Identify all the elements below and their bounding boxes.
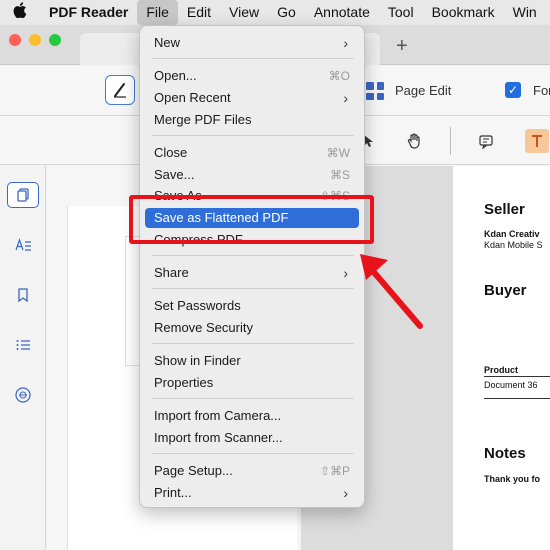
menu-item-share[interactable]: Share › <box>145 263 359 283</box>
menu-item-close-label: Close <box>154 145 188 160</box>
shortcut-label: ⇧⌘P <box>319 464 350 478</box>
menu-file[interactable]: File <box>137 0 178 25</box>
menu-item-show-in-finder-label: Show in Finder <box>154 353 241 368</box>
list-icon[interactable] <box>7 332 39 358</box>
menu-item-print[interactable]: Print... › <box>145 483 359 503</box>
menu-item-open-recent-label: Open Recent <box>154 90 231 105</box>
menu-item-open[interactable]: Open... ⌘O <box>145 66 359 86</box>
bookmark-icon[interactable] <box>7 282 39 308</box>
menu-view[interactable]: View <box>220 0 268 25</box>
menu-item-properties[interactable]: Properties <box>145 373 359 393</box>
product-header: Product <box>484 365 519 375</box>
notes-heading: Notes <box>484 445 526 462</box>
menu-item-merge[interactable]: Merge PDF Files <box>145 110 359 130</box>
text-tool-icon[interactable] <box>525 129 549 153</box>
menu-item-print-label: Print... <box>154 485 192 500</box>
chevron-right-icon: › <box>343 265 348 281</box>
product-row: Document 36 <box>484 380 538 390</box>
seller-heading: Seller <box>484 201 525 218</box>
chevron-right-icon: › <box>343 35 348 51</box>
menu-item-share-label: Share <box>154 265 189 280</box>
toolbar-divider <box>450 127 451 155</box>
shortcut-label: ⌘S <box>329 168 350 182</box>
menu-annotate[interactable]: Annotate <box>305 0 379 25</box>
page-edit-icon[interactable] <box>366 82 384 100</box>
menu-separator <box>152 255 354 256</box>
menu-item-close[interactable]: Close ⌘W <box>145 143 359 163</box>
menu-bookmark[interactable]: Bookmark <box>423 0 504 25</box>
menu-separator <box>152 58 354 59</box>
file-menu-dropdown: New › Open... ⌘O Open Recent › Merge PDF Fi… <box>139 25 365 508</box>
menu-item-page-setup[interactable]: Page Setup... ⇧⌘P <box>145 461 359 481</box>
highlight-callout-box <box>129 195 374 244</box>
menu-window[interactable]: Win <box>504 0 546 25</box>
menu-item-remove-security[interactable]: Remove Security <box>145 318 359 338</box>
close-window-button[interactable] <box>9 34 21 46</box>
menu-item-open-label: Open... <box>154 68 197 83</box>
menu-item-properties-label: Properties <box>154 375 214 390</box>
notes-text: Thank you fo <box>484 474 540 484</box>
menu-item-save-label: Save... <box>154 167 195 182</box>
pen-icon <box>114 83 126 98</box>
chevron-right-icon: › <box>343 485 348 501</box>
menu-item-open-recent[interactable]: Open Recent › <box>145 88 359 108</box>
chevron-right-icon: › <box>343 90 348 106</box>
shortcut-label: ⌘O <box>328 69 350 83</box>
thumbnails-icon[interactable] <box>7 182 39 208</box>
minimize-window-button[interactable] <box>29 34 41 46</box>
menu-go[interactable]: Go <box>268 0 305 25</box>
menu-item-new-label: New <box>154 35 181 50</box>
seller-line-1: Kdan Creativ <box>484 229 540 239</box>
zoom-window-button[interactable] <box>49 34 61 46</box>
hand-tool-icon[interactable] <box>403 129 427 153</box>
menu-item-import-camera-label: Import from Camera... <box>154 408 282 423</box>
buyer-heading: Buyer <box>484 282 527 299</box>
form-checkbox[interactable]: ✓ <box>505 82 521 98</box>
page-edit-label[interactable]: Page Edit <box>395 83 451 98</box>
menu-tool[interactable]: Tool <box>379 0 423 25</box>
menu-item-new[interactable]: New › <box>145 33 359 53</box>
seller-line-2: Kdan Mobile S <box>484 240 543 250</box>
ocr-icon[interactable] <box>7 382 39 408</box>
menu-item-import-scanner-label: Import from Scanner... <box>154 430 283 445</box>
table-rule-bottom <box>484 398 550 399</box>
menu-separator <box>152 135 354 136</box>
menu-item-remove-security-label: Remove Security <box>154 320 253 335</box>
comment-icon[interactable] <box>474 129 498 153</box>
menu-separator <box>152 343 354 344</box>
menu-item-set-passwords-label: Set Passwords <box>154 298 241 313</box>
pointer-arrow-icon <box>360 254 423 329</box>
menu-separator <box>152 398 354 399</box>
left-sidebar <box>0 166 46 550</box>
menu-item-page-setup-label: Page Setup... <box>154 463 233 478</box>
form-label[interactable]: For <box>533 83 550 98</box>
new-tab-icon[interactable]: + <box>396 35 408 58</box>
menu-separator <box>152 288 354 289</box>
annotate-pen-button[interactable] <box>105 75 135 105</box>
apple-icon[interactable] <box>0 2 40 23</box>
menu-app-name[interactable]: PDF Reader <box>40 0 137 25</box>
menu-separator <box>152 453 354 454</box>
menu-item-merge-label: Merge PDF Files <box>154 112 252 127</box>
table-rule <box>484 376 550 377</box>
outline-text-icon[interactable] <box>7 232 39 258</box>
document-page: Seller Kdan Creativ Kdan Mobile S Buyer … <box>453 166 550 550</box>
menu-item-set-passwords[interactable]: Set Passwords <box>145 296 359 316</box>
menu-edit[interactable]: Edit <box>178 0 220 25</box>
menu-bar: PDF Reader File Edit View Go Annotate To… <box>0 0 550 25</box>
menu-item-save[interactable]: Save... ⌘S <box>145 165 359 185</box>
shortcut-label: ⌘W <box>326 146 350 160</box>
menu-item-import-camera[interactable]: Import from Camera... <box>145 406 359 426</box>
menu-item-import-scanner[interactable]: Import from Scanner... <box>145 428 359 448</box>
menu-item-show-in-finder[interactable]: Show in Finder <box>145 351 359 371</box>
